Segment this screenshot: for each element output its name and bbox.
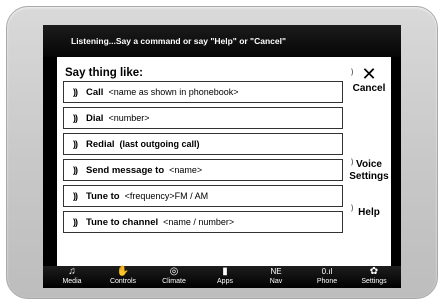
help-button[interactable]: ) Help	[347, 205, 391, 219]
voice-settings-label-line1: Voice	[356, 159, 382, 170]
nav-controls[interactable]: ✋ Controls	[98, 266, 148, 288]
nav-apps-label: Apps	[217, 278, 233, 285]
command-verb: Call	[86, 86, 104, 98]
voice-command-panel: Say thing like: )) Call <name as shown i…	[57, 57, 391, 266]
help-label: Help	[358, 207, 380, 218]
command-verb: Send message to	[86, 164, 165, 176]
command-send-message[interactable]: )) Send message to <name>	[63, 159, 343, 181]
close-icon: ✕	[361, 64, 377, 84]
command-dial[interactable]: )) Dial <number>	[63, 107, 343, 129]
listening-message: Listening...Say a command or say "Help" …	[71, 36, 286, 46]
nav-settings-label: Settings	[361, 278, 387, 285]
voice-wave-icon: ))	[73, 87, 78, 97]
nav-nav[interactable]: NE Nav	[251, 266, 301, 288]
prompt-heading: Say thing like:	[65, 67, 143, 79]
voice-wave-icon: )	[351, 159, 354, 166]
nav-media-label: Media	[62, 278, 82, 285]
command-verb: Dial	[86, 112, 104, 124]
command-tune-to-channel[interactable]: )) Tune to channel <name / number>	[63, 211, 343, 233]
nav-nav-label: Nav	[269, 278, 283, 285]
music-note-icon: ♫	[68, 266, 76, 277]
nav-media[interactable]: ♫ Media	[47, 266, 97, 288]
voice-settings-label-line2: Settings	[349, 171, 389, 182]
voice-settings-button[interactable]: ) Voice Settings	[347, 159, 391, 183]
command-verb: Redial	[86, 138, 115, 150]
command-arg: <frequency>FM / AM	[124, 191, 209, 201]
command-arg: <name / number>	[163, 217, 235, 227]
command-tune-to[interactable]: )) Tune to <frequency>FM / AM	[63, 185, 343, 207]
nav-apps[interactable]: ▮ Apps	[200, 266, 250, 288]
nav-phone-label: Phone	[316, 278, 338, 285]
signal-icon: 0.ıl	[321, 267, 333, 276]
voice-wave-icon: ))	[73, 139, 78, 149]
command-redial[interactable]: )) Redial (last outgoing call)	[63, 133, 343, 155]
cancel-button[interactable]: ) ✕ Cancel	[347, 65, 391, 95]
touchscreen: Listening...Say a command or say "Help" …	[43, 25, 401, 288]
gear-icon: ✿	[369, 266, 379, 277]
climate-icon: ◎	[169, 266, 179, 277]
command-arg: (last outgoing call)	[119, 139, 200, 149]
voice-wave-icon: ))	[73, 217, 78, 227]
nav-climate-label: Climate	[162, 278, 186, 285]
voice-wave-icon: ))	[73, 165, 78, 175]
nav-climate[interactable]: ◎ Climate	[149, 266, 199, 288]
compass-icon: NE	[270, 267, 282, 276]
nav-phone[interactable]: 0.ıl Phone	[302, 266, 352, 288]
bottom-nav-bar: ♫ Media ✋ Controls ◎ Climate ▮ Apps NE N…	[43, 266, 401, 288]
command-verb: Tune to	[86, 190, 120, 202]
nav-settings[interactable]: ✿ Settings	[349, 266, 399, 288]
nav-controls-label: Controls	[109, 278, 137, 285]
cancel-label: Cancel	[352, 83, 386, 94]
voice-wave-icon: )	[351, 205, 354, 212]
command-verb: Tune to channel	[86, 216, 159, 228]
command-arg: <name>	[169, 165, 203, 175]
voice-wave-icon: ))	[73, 113, 78, 123]
apps-icon: ▮	[222, 266, 228, 277]
command-arg: <number>	[108, 113, 150, 123]
status-bar: Listening...Say a command or say "Help" …	[43, 25, 401, 57]
voice-wave-icon: )	[351, 69, 354, 76]
command-call[interactable]: )) Call <name as shown in phonebook>	[63, 81, 343, 103]
voice-wave-icon: ))	[73, 191, 78, 201]
hand-icon: ✋	[116, 266, 130, 277]
command-arg: <name as shown in phonebook>	[108, 87, 239, 97]
